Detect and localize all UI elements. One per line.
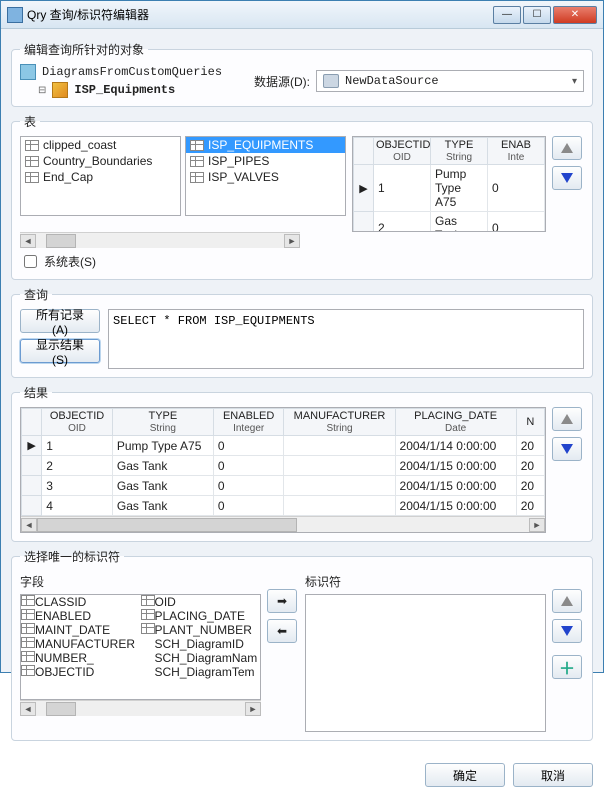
group-target: 编辑查询所针对的对象 DiagramsFromCustomQueries ⊟ I… bbox=[11, 41, 593, 107]
results-grid[interactable]: OBJECTIDOIDTYPEStringENABLEDIntegerMANUF… bbox=[20, 407, 546, 533]
show-results-button[interactable]: 显示结果(S) bbox=[20, 339, 100, 363]
scroll-right-icon[interactable]: ► bbox=[529, 518, 545, 532]
table-icon bbox=[21, 595, 35, 606]
identifier-label: 标识符 bbox=[305, 573, 546, 590]
datasource-label: 数据源(D): bbox=[254, 73, 310, 90]
scroll-right-icon[interactable]: ► bbox=[245, 702, 261, 716]
close-button[interactable]: ✕ bbox=[553, 6, 597, 24]
sql-input[interactable] bbox=[108, 309, 584, 369]
identifier-list[interactable] bbox=[305, 594, 546, 732]
table-icon bbox=[141, 595, 155, 606]
group-identifier-legend: 选择唯一的标识符 bbox=[20, 548, 124, 565]
all-records-button[interactable]: 所有记录(A) bbox=[20, 309, 100, 333]
list-item[interactable]: ISP_PIPES bbox=[186, 153, 345, 169]
group-identifier: 选择唯一的标识符 字段 CLASSIDENABLEDMAINT_DATEMANU… bbox=[11, 548, 593, 741]
scroll-right-icon[interactable]: ► bbox=[284, 234, 300, 248]
list-item[interactable]: CLASSID bbox=[21, 595, 141, 609]
table-icon bbox=[21, 637, 35, 648]
list-item[interactable]: ISP_EQUIPMENTS bbox=[186, 137, 345, 153]
group-query: 查询 所有记录(A) 显示结果(S) bbox=[11, 286, 593, 378]
list-item[interactable]: clipped_coast bbox=[21, 137, 180, 153]
id-up-button[interactable] bbox=[552, 589, 582, 613]
diagrams-icon bbox=[20, 64, 36, 80]
table-icon bbox=[141, 623, 155, 634]
add-field-button[interactable]: ➡ bbox=[267, 589, 297, 613]
footer: 确定 取消 bbox=[1, 757, 603, 795]
id-add-button[interactable]: ＋ bbox=[552, 655, 582, 679]
table-icon bbox=[190, 172, 204, 183]
list-item[interactable]: OID bbox=[141, 595, 261, 609]
system-tables-input[interactable] bbox=[24, 255, 37, 268]
tree-root-label[interactable]: DiagramsFromCustomQueries bbox=[42, 65, 222, 79]
layer-icon bbox=[52, 82, 68, 98]
list-item[interactable]: PLACING_DATE bbox=[141, 609, 261, 623]
table-icon bbox=[25, 156, 39, 167]
preview-down-button[interactable] bbox=[552, 166, 582, 190]
list-item[interactable]: OBJECTID bbox=[21, 665, 141, 679]
list-item[interactable]: NUMBER_ bbox=[21, 651, 141, 665]
table-icon bbox=[25, 172, 39, 183]
tables-list-right[interactable]: ISP_EQUIPMENTSISP_PIPESISP_VALVES bbox=[185, 136, 346, 216]
window-title: Qry 查询/标识符编辑器 bbox=[27, 6, 493, 23]
window-buttons: — ☐ ✕ bbox=[493, 6, 597, 24]
group-results: 结果 OBJECTIDOIDTYPEStringENABLEDIntegerMA… bbox=[11, 384, 593, 542]
table-icon bbox=[21, 623, 35, 634]
minimize-button[interactable]: — bbox=[493, 6, 521, 24]
list-item[interactable]: MAINT_DATE bbox=[21, 623, 141, 637]
tables-list-left[interactable]: clipped_coastCountry_BoundariesEnd_Cap bbox=[20, 136, 181, 216]
fields-list[interactable]: CLASSIDENABLEDMAINT_DATEMANUFACTURERNUMB… bbox=[20, 594, 261, 700]
list-item[interactable]: SCH_DiagramTem bbox=[141, 665, 261, 679]
ok-button[interactable]: 确定 bbox=[425, 763, 505, 787]
system-tables-checkbox[interactable]: 系统表(S) bbox=[20, 252, 584, 271]
group-tables: 表 clipped_coastCountry_BoundariesEnd_Cap… bbox=[11, 113, 593, 280]
group-target-legend: 编辑查询所针对的对象 bbox=[20, 41, 148, 58]
table-icon bbox=[190, 140, 204, 151]
results-down-button[interactable] bbox=[552, 437, 582, 461]
table-icon bbox=[190, 156, 204, 167]
maximize-button[interactable]: ☐ bbox=[523, 6, 551, 24]
group-results-legend: 结果 bbox=[20, 384, 52, 401]
app-window: Qry 查询/标识符编辑器 — ☐ ✕ 编辑查询所针对的对象 DiagramsF… bbox=[0, 0, 604, 673]
list-item[interactable]: Country_Boundaries bbox=[21, 153, 180, 169]
fields-hscroll[interactable]: ◄ ► bbox=[20, 700, 261, 716]
scroll-left-icon[interactable]: ◄ bbox=[20, 234, 36, 248]
list-item[interactable]: PLANT_NUMBER bbox=[141, 623, 261, 637]
datasource-dropdown[interactable]: NewDataSource bbox=[316, 70, 584, 92]
results-up-button[interactable] bbox=[552, 407, 582, 431]
scroll-left-icon[interactable]: ◄ bbox=[20, 702, 36, 716]
list-item[interactable]: SCH_DiagramID bbox=[141, 637, 261, 651]
remove-field-button[interactable]: ⬅ bbox=[267, 619, 297, 643]
table-icon bbox=[21, 665, 35, 676]
list-item[interactable]: End_Cap bbox=[21, 169, 180, 185]
fields-label: 字段 bbox=[20, 573, 261, 590]
list-item[interactable]: ENABLED bbox=[21, 609, 141, 623]
group-query-legend: 查询 bbox=[20, 286, 52, 303]
scroll-left-icon[interactable]: ◄ bbox=[21, 518, 37, 532]
cancel-button[interactable]: 取消 bbox=[513, 763, 593, 787]
preview-up-button[interactable] bbox=[552, 136, 582, 160]
list-item[interactable]: ISP_VALVES bbox=[186, 169, 345, 185]
tree-expand-icon[interactable]: ⊟ bbox=[38, 85, 46, 96]
system-tables-label: 系统表(S) bbox=[44, 253, 96, 270]
database-icon bbox=[323, 74, 339, 88]
tables-preview-grid[interactable]: OBJECTIDOIDTYPEStringENABInte▶1Pump Type… bbox=[352, 136, 546, 232]
list-item[interactable]: MANUFACTURER bbox=[21, 637, 141, 651]
results-hscroll[interactable]: ◄ ► bbox=[21, 516, 545, 532]
list-item[interactable]: SCH_DiagramNam bbox=[141, 651, 261, 665]
datasource-value: NewDataSource bbox=[345, 74, 439, 88]
group-tables-legend: 表 bbox=[20, 113, 40, 130]
table-icon bbox=[141, 609, 155, 620]
table-icon bbox=[21, 651, 35, 662]
app-icon bbox=[7, 7, 23, 23]
titlebar[interactable]: Qry 查询/标识符编辑器 — ☐ ✕ bbox=[1, 1, 603, 29]
tree-selected-label[interactable]: ISP_Equipments bbox=[74, 83, 175, 97]
table-icon bbox=[21, 609, 35, 620]
tables-list-hscroll[interactable]: ◄ ► bbox=[20, 232, 300, 248]
table-icon bbox=[25, 140, 39, 151]
window-body: 编辑查询所针对的对象 DiagramsFromCustomQueries ⊟ I… bbox=[1, 29, 603, 757]
id-down-button[interactable] bbox=[552, 619, 582, 643]
